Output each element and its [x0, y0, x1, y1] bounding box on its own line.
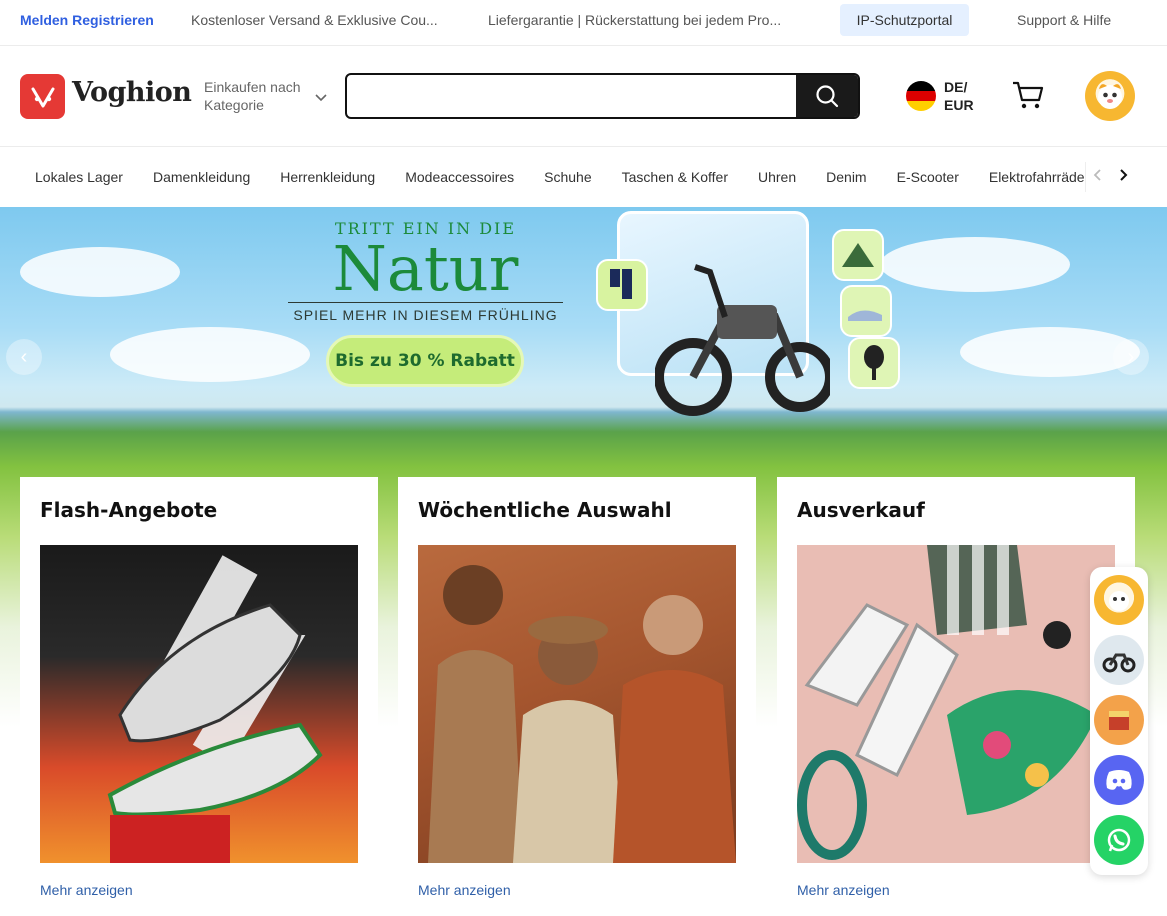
chevron-down-icon[interactable]: [314, 90, 328, 108]
racket-tile: [848, 337, 900, 389]
category-accessories[interactable]: Modeaccessoires: [390, 147, 529, 207]
sneaker-product-image[interactable]: [40, 545, 358, 863]
sneaker-tile: [840, 285, 892, 337]
category-watches[interactable]: Uhren: [743, 147, 811, 207]
logo-text[interactable]: Voghion: [72, 77, 192, 108]
category-scroll-controls: [1085, 162, 1135, 192]
currency-label: EUR: [944, 97, 974, 113]
show-more-link[interactable]: Mehr anzeigen: [418, 882, 511, 898]
chevron-right-icon[interactable]: [1118, 168, 1128, 187]
banner-subline: SPIEL MEHR IN DIESEM FRÜHLING: [288, 302, 563, 323]
mascot-icon[interactable]: [1094, 575, 1144, 625]
banner-promo-badge[interactable]: Bis zu 30 % Rabatt: [326, 335, 524, 387]
germany-flag-icon[interactable]: [906, 81, 936, 111]
flash-deals-card[interactable]: Flash-Angebote Mehr anzeigen: [20, 477, 378, 916]
card-title: Wöchentliche Auswahl: [418, 498, 672, 522]
cloud-decoration: [880, 237, 1070, 292]
support-link[interactable]: Support & Hilfe: [1017, 12, 1111, 28]
search-input[interactable]: [347, 75, 797, 117]
chevron-left-icon[interactable]: [1093, 168, 1103, 187]
cloud-decoration: [20, 247, 180, 297]
language-label: DE/: [944, 79, 968, 95]
cart-icon[interactable]: [1011, 80, 1045, 115]
logo-icon[interactable]: [20, 74, 65, 119]
ip-portal-button[interactable]: IP-Schutzportal: [840, 4, 969, 36]
tent-tile: [832, 229, 884, 281]
ebike-image: [655, 264, 830, 416]
user-avatar[interactable]: [1085, 71, 1135, 121]
banner-prev-button[interactable]: ‹: [6, 339, 42, 375]
top-bar: Melden Registrieren Kostenloser Versand …: [0, 0, 1167, 46]
category-local-warehouse[interactable]: Lokales Lager: [20, 147, 138, 207]
login-register-link[interactable]: Melden Registrieren: [20, 12, 154, 28]
header: Voghion Einkaufen nach Kategorie DE/ EUR: [0, 46, 1167, 147]
discord-icon[interactable]: [1094, 755, 1144, 805]
fashion-models-image[interactable]: [418, 545, 736, 863]
category-ebikes[interactable]: Elektrofahrräder: [974, 147, 1085, 207]
search-icon: [816, 85, 839, 108]
category-mens[interactable]: Herrenkleidung: [265, 147, 390, 207]
sandals-product-image[interactable]: [797, 545, 1115, 863]
search-box: [345, 73, 860, 119]
category-womens[interactable]: Damenkleidung: [138, 147, 265, 207]
floating-quick-links: [1090, 567, 1148, 875]
show-more-link[interactable]: Mehr anzeigen: [797, 882, 890, 898]
ebike-icon[interactable]: [1094, 635, 1144, 685]
show-more-link[interactable]: Mehr anzeigen: [40, 882, 133, 898]
cloud-decoration: [110, 327, 310, 382]
banner-next-button[interactable]: ›: [1113, 339, 1149, 375]
free-shipping-link[interactable]: Kostenloser Versand & Exklusive Cou...: [191, 12, 438, 28]
category-escooter[interactable]: E-Scooter: [882, 147, 974, 207]
weekly-selection-card[interactable]: Wöchentliche Auswahl Mehr anzeigen: [398, 477, 756, 916]
category-nav: Lokales Lager Damenkleidung Herrenkleidung…: [0, 147, 1167, 207]
language-currency-selector[interactable]: DE/ EUR: [944, 78, 974, 114]
card-title: Ausverkauf: [797, 498, 925, 522]
delivery-guarantee-link[interactable]: Liefergarantie | Rückerstattung bei jede…: [488, 12, 781, 28]
whatsapp-icon[interactable]: [1094, 815, 1144, 865]
search-button[interactable]: [796, 75, 858, 117]
category-denim[interactable]: Denim: [811, 147, 881, 207]
banner-headline: Natur: [332, 232, 519, 305]
category-bags[interactable]: Taschen & Koffer: [607, 147, 743, 207]
clearance-card[interactable]: Ausverkauf Mehr anzeigen: [777, 477, 1135, 916]
card-title: Flash-Angebote: [40, 498, 218, 522]
category-shoes[interactable]: Schuhe: [529, 147, 606, 207]
tracksuit-tile: [596, 259, 648, 311]
banner-title: TRITT EIN IN DIE Natur SPIEL MEHR IN DIE…: [288, 219, 563, 323]
category-menu[interactable]: Einkaufen nach Kategorie: [204, 78, 314, 114]
gift-shop-icon[interactable]: [1094, 695, 1144, 745]
